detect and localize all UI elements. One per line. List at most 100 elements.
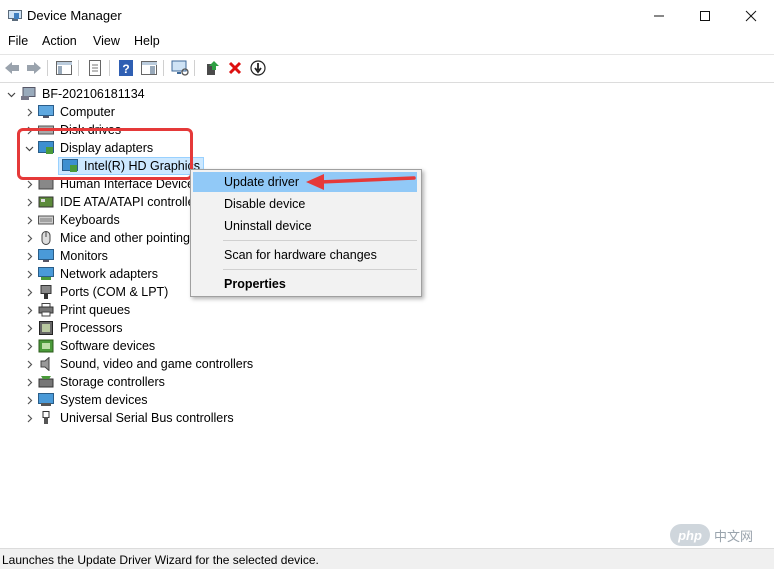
scan-hardware-button[interactable] <box>170 58 190 78</box>
tree-item-label: Processors <box>60 321 123 335</box>
chevron-right-icon[interactable] <box>24 233 34 243</box>
tree-item-label: Network adapters <box>60 267 158 281</box>
properties-button[interactable] <box>85 58 105 78</box>
menu-update-driver-label: Update driver <box>224 175 300 189</box>
status-bar: Launches the Update Driver Wizard for th… <box>0 548 774 569</box>
tree-item-ide-controllers[interactable]: IDE ATA/ATAPI controller <box>24 193 199 211</box>
chevron-right-icon[interactable] <box>24 305 34 315</box>
chevron-right-icon[interactable] <box>24 179 34 189</box>
tree-item-network-adapters[interactable]: Network adapters <box>24 265 158 283</box>
chevron-right-icon[interactable] <box>24 377 34 387</box>
tree-item-keyboards[interactable]: Keyboards <box>24 211 120 229</box>
chevron-right-icon[interactable] <box>24 287 34 297</box>
device-manager-icon <box>8 10 22 21</box>
menu-scan-hardware[interactable]: Scan for hardware changes <box>193 245 417 265</box>
speaker-icon <box>40 357 50 371</box>
toolbar-separator <box>194 60 195 76</box>
tree-item-ports[interactable]: Ports (COM & LPT) <box>24 283 168 301</box>
chevron-right-icon[interactable] <box>24 269 34 279</box>
tree-item-label: Monitors <box>60 249 108 263</box>
chevron-right-icon[interactable] <box>24 197 34 207</box>
update-driver-icon <box>207 61 219 75</box>
usb-icon <box>42 411 50 424</box>
chevron-down-icon[interactable] <box>6 89 16 99</box>
menu-help[interactable]: Help <box>134 34 160 48</box>
tree-root[interactable]: BF-202106181134 <box>6 85 145 103</box>
disable-device-icon <box>250 60 266 76</box>
menu-view[interactable]: View <box>93 34 120 48</box>
toolbar-separator <box>47 60 48 76</box>
status-text: Launches the Update Driver Wizard for th… <box>2 553 319 567</box>
menu-properties[interactable]: Properties <box>193 274 417 294</box>
maximize-button[interactable] <box>682 0 728 32</box>
chevron-right-icon[interactable] <box>24 395 34 405</box>
watermark-text: 中文网 <box>714 528 754 544</box>
network-adapter-icon <box>38 267 54 280</box>
tree-root-label: BF-202106181134 <box>42 87 145 101</box>
computer-icon <box>21 87 36 100</box>
tree-item-storage-controllers[interactable]: Storage controllers <box>24 373 165 391</box>
watermark: php 中文网 <box>670 522 770 548</box>
menu-disable-device[interactable]: Disable device <box>193 194 417 214</box>
tree-item-label: IDE ATA/ATAPI controller <box>60 195 199 209</box>
tree-item-computer[interactable]: Computer <box>24 103 115 121</box>
tree-item-usb-controllers[interactable]: Universal Serial Bus controllers <box>24 409 234 427</box>
chevron-right-icon[interactable] <box>24 323 34 333</box>
help-button[interactable]: ? <box>116 58 136 78</box>
tree-item-label: Storage controllers <box>60 375 165 389</box>
tree-item-mice[interactable]: Mice and other pointing <box>24 229 190 247</box>
chevron-right-icon[interactable] <box>24 341 34 351</box>
toolbar-separator <box>109 60 110 76</box>
tree-item-label: Print queues <box>60 303 131 317</box>
monitor-icon <box>38 249 54 262</box>
tree-item-print-queues[interactable]: Print queues <box>24 301 130 319</box>
tree-item-label: Universal Serial Bus controllers <box>60 411 234 425</box>
help-icon: ? <box>119 60 133 76</box>
tree-item-software-devices[interactable]: Software devices <box>24 337 155 355</box>
ide-controller-icon <box>38 196 54 208</box>
menu-file[interactable]: File <box>8 34 28 48</box>
tree-item-label: Mice and other pointing <box>60 231 190 245</box>
close-icon <box>745 10 757 22</box>
menu-separator <box>223 240 417 241</box>
chevron-right-icon[interactable] <box>24 107 34 117</box>
close-button[interactable] <box>728 0 774 32</box>
chevron-right-icon[interactable] <box>24 251 34 261</box>
system-device-icon <box>38 393 54 406</box>
software-device-icon <box>38 339 54 353</box>
tree-item-sound-video-game[interactable]: Sound, video and game controllers <box>24 355 253 373</box>
port-icon <box>40 285 52 299</box>
window-title: Device Manager <box>27 8 122 23</box>
annotation-highlight-box <box>17 128 193 180</box>
menu-uninstall-device[interactable]: Uninstall device <box>193 216 417 236</box>
disable-device-button[interactable] <box>248 58 268 78</box>
back-button[interactable] <box>2 58 22 78</box>
tree-item-label: System devices <box>60 393 148 407</box>
forward-button[interactable] <box>24 58 44 78</box>
minimize-button[interactable] <box>636 0 682 32</box>
action-pane-button[interactable] <box>139 58 159 78</box>
properties-icon <box>89 60 101 76</box>
annotation-arrow-icon <box>306 174 416 190</box>
tree-item-label: Computer <box>60 105 115 119</box>
menu-separator <box>223 269 417 270</box>
chevron-right-icon[interactable] <box>24 359 34 369</box>
computer-icon <box>38 105 54 118</box>
toolbar-separator <box>78 60 79 76</box>
printer-icon <box>38 303 54 317</box>
menu-action[interactable]: Action <box>42 34 77 48</box>
update-driver-button[interactable] <box>202 58 222 78</box>
chevron-right-icon[interactable] <box>24 413 34 423</box>
svg-text:?: ? <box>122 62 129 76</box>
chevron-right-icon[interactable] <box>24 215 34 225</box>
uninstall-button[interactable] <box>225 58 245 78</box>
tree-item-label: Software devices <box>60 339 156 353</box>
tree-item-monitors[interactable]: Monitors <box>24 247 108 265</box>
menu-bar: File Action View Help <box>0 32 774 52</box>
show-hide-console-tree-button[interactable] <box>54 58 74 78</box>
tree-item-processors[interactable]: Processors <box>24 319 123 337</box>
back-arrow-icon <box>5 62 19 74</box>
tree-item-system-devices[interactable]: System devices <box>24 391 148 409</box>
maximize-icon <box>700 11 710 21</box>
watermark-logo: php <box>670 524 710 546</box>
